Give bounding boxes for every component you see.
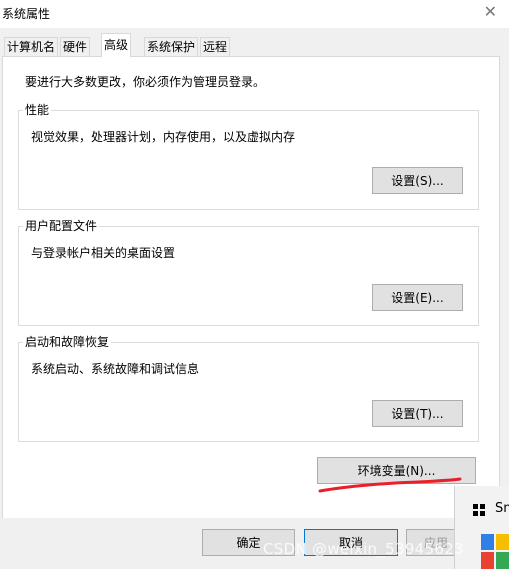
red-underline-annotation <box>318 477 462 493</box>
startup-recovery-title: 启动和故障恢复 <box>23 333 112 350</box>
tab-system-protection[interactable]: 系统保护 <box>144 37 199 56</box>
performance-title: 性能 <box>23 101 52 118</box>
user-profiles-settings-button[interactable]: 设置(E)... <box>372 284 463 311</box>
snip-label: Sni <box>495 501 509 516</box>
title-bar: 系统属性 ✕ <box>0 0 509 28</box>
performance-group: 性能 视觉效果，处理器计划，内存使用，以及虚拟内存 <box>18 101 479 210</box>
tab-strip: 计算机名 硬件 高级 系统保护 远程 <box>0 28 509 57</box>
tab-remote[interactable]: 远程 <box>200 37 231 56</box>
admin-notice: 要进行大多数更改，你必须作为管理员登录。 <box>25 75 266 89</box>
tab-computer-name[interactable]: 计算机名 <box>4 37 59 56</box>
window-title: 系统属性 <box>2 7 51 21</box>
startup-recovery-settings-button[interactable]: 设置(T)... <box>372 400 463 427</box>
app-tiles-icon <box>481 534 509 569</box>
user-profiles-title: 用户配置文件 <box>23 217 100 234</box>
startup-recovery-description: 系统启动、系统故障和调试信息 <box>31 362 200 376</box>
tab-hardware[interactable]: 硬件 <box>60 37 91 56</box>
startup-recovery-group: 启动和故障恢复 系统启动、系统故障和调试信息 <box>18 333 479 442</box>
user-profiles-description: 与登录帐户相关的桌面设置 <box>31 246 176 260</box>
performance-settings-button[interactable]: 设置(S)... <box>372 167 463 194</box>
windows-icon <box>473 504 485 516</box>
tab-advanced[interactable]: 高级 <box>101 33 132 57</box>
watermark: CSDN @weixin_53945623 <box>263 540 464 558</box>
performance-description: 视觉效果，处理器计划，内存使用，以及虚拟内存 <box>31 130 296 144</box>
close-icon[interactable]: ✕ <box>484 2 497 22</box>
user-profiles-group: 用户配置文件 与登录帐户相关的桌面设置 <box>18 217 479 326</box>
